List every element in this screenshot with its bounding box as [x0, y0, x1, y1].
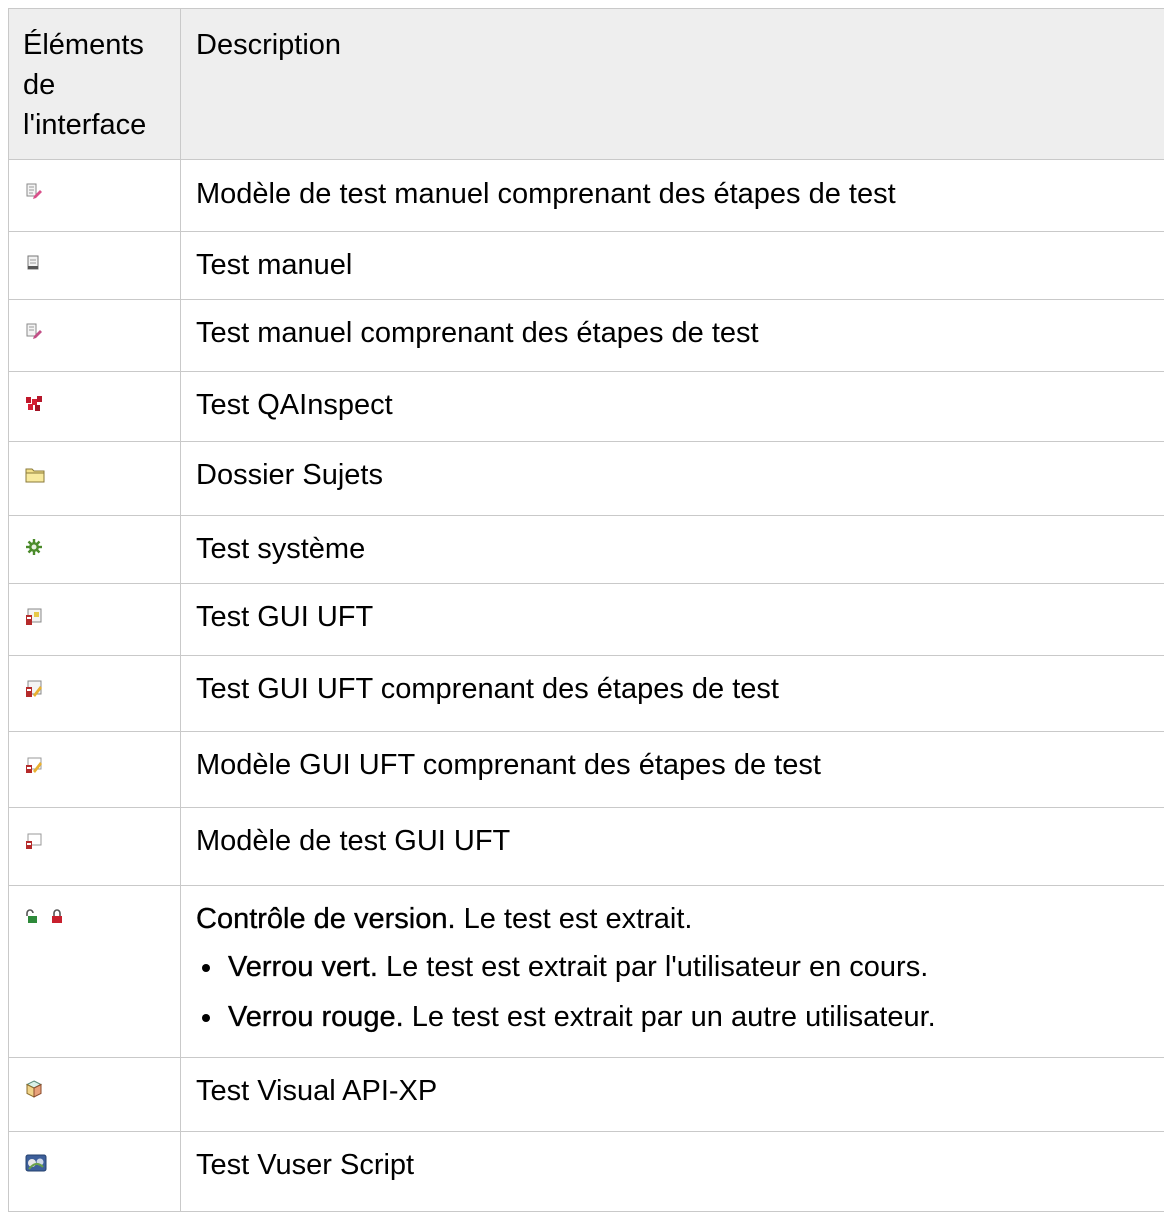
header-elements: Éléments de l'interface: [9, 9, 181, 160]
table-row: Test système: [9, 516, 1164, 584]
version-control-locks-icon: [25, 908, 73, 926]
icon-cell: [9, 808, 181, 886]
table-row: Test GUI UFT comprenant des étapes de te…: [9, 656, 1164, 732]
icon-cell: [9, 442, 181, 516]
icon-cell: [9, 372, 181, 442]
bullet-term: Verrou rouge.: [228, 1001, 404, 1033]
table-row: Test manuel comprenant des étapes de tes…: [9, 300, 1164, 372]
row-description: Modèle de test manuel comprenant des éta…: [196, 160, 1154, 212]
version-control-text: Le test est extrait.: [456, 903, 693, 935]
uft-gui-test-with-steps-icon: [25, 680, 43, 698]
header-row: Éléments de l'interface Description: [9, 9, 1164, 160]
bullet-term: Verrou vert.: [228, 951, 378, 983]
uft-gui-template-with-steps-icon: [25, 756, 43, 774]
icon-cell: [9, 584, 181, 656]
description-cell: Test manuel comprenant des étapes de tes…: [181, 300, 1164, 372]
subject-folder-icon: [25, 466, 45, 484]
description-cell: Test système: [181, 516, 1164, 584]
header-description: Description: [181, 9, 1164, 160]
row-description: Test Visual API-XP: [196, 1058, 1154, 1109]
row-description: Dossier Sujets: [196, 442, 1154, 493]
row-description: Test GUI UFT comprenant des étapes de te…: [196, 656, 1154, 707]
row-description: Test Vuser Script: [196, 1132, 1154, 1183]
bullet-text: Le test est extrait par un autre utilisa…: [404, 1001, 936, 1033]
table-row: Test Visual API-XP: [9, 1058, 1164, 1132]
description-cell: Modèle de test GUI UFT: [181, 808, 1164, 886]
system-test-icon: [25, 538, 43, 556]
table-row: Modèle GUI UFT comprenant des étapes de …: [9, 732, 1164, 808]
bullet-text: Le test est extrait par l'utilisateur en…: [378, 951, 928, 983]
manual-test-with-steps-icon: [25, 322, 43, 340]
description-cell: Dossier Sujets: [181, 442, 1164, 516]
lock-bullet-list: Verrou vert. Le test est extrait par l'u…: [196, 949, 1154, 1035]
row-description: Modèle GUI UFT comprenant des étapes de …: [196, 732, 1154, 783]
icon-cell: [9, 1132, 181, 1212]
table-row: Test QAInspect: [9, 372, 1164, 442]
table-row: Test GUI UFT: [9, 584, 1164, 656]
table-row: Test Vuser Script: [9, 1132, 1164, 1212]
manual-test-template-with-steps-icon: [25, 182, 43, 200]
ui-elements-table: Éléments de l'interface Description Mod: [8, 8, 1164, 1212]
description-cell: Test GUI UFT comprenant des étapes de te…: [181, 656, 1164, 732]
qainspect-test-icon: [25, 394, 43, 412]
description-cell: Test Vuser Script: [181, 1132, 1164, 1212]
visual-api-xp-test-icon: [25, 1080, 43, 1098]
icon-cell: [9, 160, 181, 232]
description-cell: Test QAInspect: [181, 372, 1164, 442]
row-description: Test QAInspect: [196, 372, 1154, 423]
version-control-paragraph: Contrôle de version. Le test est extrait…: [196, 886, 1154, 937]
uft-gui-test-template-icon: [25, 832, 43, 850]
icon-cell: [9, 516, 181, 584]
description-cell: Contrôle de version. Le test est extrait…: [181, 886, 1164, 1058]
vuser-script-test-icon: [25, 1154, 47, 1172]
icon-cell: [9, 656, 181, 732]
description-cell: Modèle de test manuel comprenant des éta…: [181, 160, 1164, 232]
icon-cell: [9, 300, 181, 372]
manual-test-icon: [25, 254, 43, 272]
table-row: Test manuel: [9, 232, 1164, 300]
icon-cell: [9, 1058, 181, 1132]
version-control-title: Contrôle de version.: [196, 903, 456, 935]
row-description: Test manuel comprenant des étapes de tes…: [196, 300, 1154, 351]
table-row: Contrôle de version. Le test est extrait…: [9, 886, 1164, 1058]
list-item: Verrou rouge. Le test est extrait par un…: [196, 999, 1154, 1035]
uft-gui-test-icon: [25, 608, 43, 626]
description-cell: Test Visual API-XP: [181, 1058, 1164, 1132]
list-item: Verrou vert. Le test est extrait par l'u…: [196, 949, 1154, 985]
description-cell: Test GUI UFT: [181, 584, 1164, 656]
table-row: Dossier Sujets: [9, 442, 1164, 516]
row-description: Test manuel: [196, 232, 1154, 283]
table-row: Modèle de test manuel comprenant des éta…: [9, 160, 1164, 232]
row-description: Modèle de test GUI UFT: [196, 808, 1154, 859]
table-row: Modèle de test GUI UFT: [9, 808, 1164, 886]
row-description: Test GUI UFT: [196, 584, 1154, 635]
row-description: Test système: [196, 516, 1154, 567]
description-cell: Test manuel: [181, 232, 1164, 300]
description-cell: Modèle GUI UFT comprenant des étapes de …: [181, 732, 1164, 808]
icon-cell: [9, 732, 181, 808]
icon-cell: [9, 886, 181, 1058]
icon-cell: [9, 232, 181, 300]
